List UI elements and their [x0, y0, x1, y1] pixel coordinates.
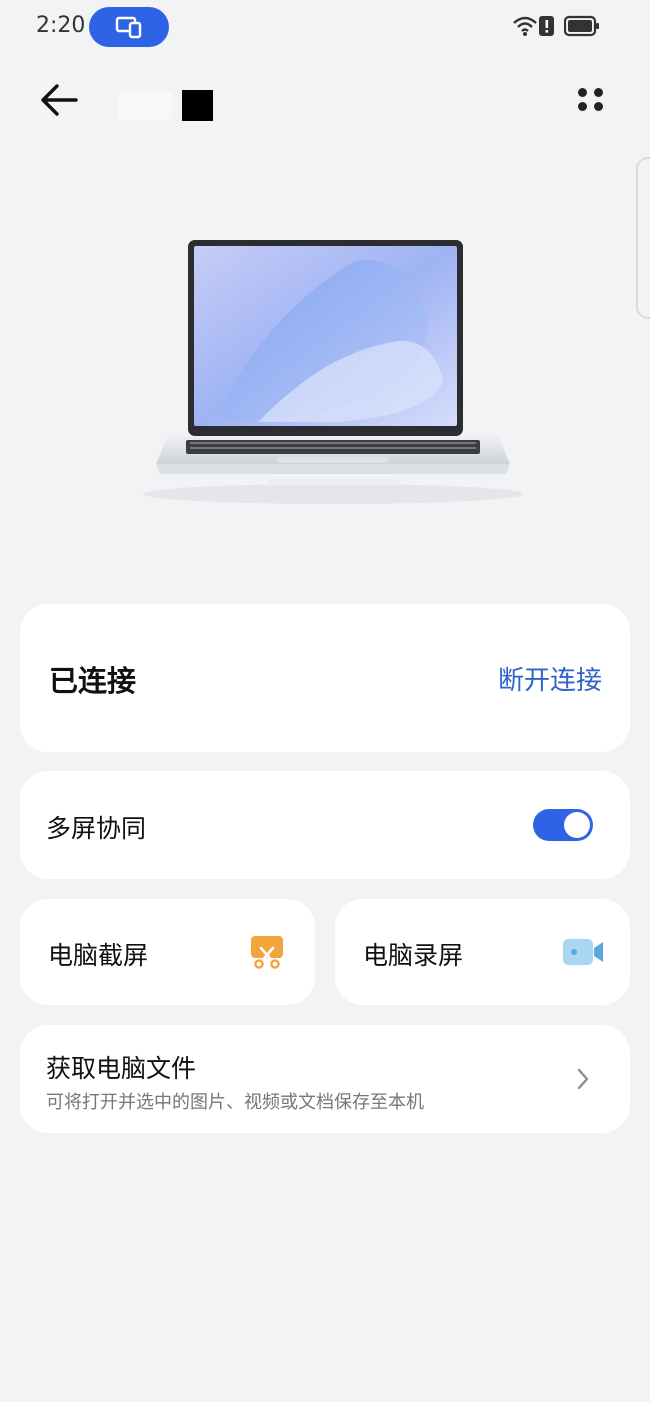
scissors-screenshot-icon	[251, 936, 283, 969]
pc-screenshot-button[interactable]: 电脑截屏	[20, 899, 315, 1005]
get-pc-files-item[interactable]: 获取电脑文件 可将打开并选中的图片、视频或文档保存至本机	[20, 1025, 630, 1133]
pc-screen-record-button[interactable]: 电脑录屏	[335, 899, 630, 1005]
multiscreen-toggle[interactable]	[533, 809, 593, 841]
more-dots-icon	[578, 88, 587, 97]
screen-share-pill[interactable]	[89, 7, 169, 47]
video-camera-icon	[563, 939, 603, 965]
pc-screen-record-label: 电脑录屏	[363, 941, 464, 970]
edge-panel-handle[interactable]	[636, 157, 650, 319]
get-pc-files-title: 获取电脑文件	[46, 1054, 197, 1083]
pc-screenshot-label: 电脑截屏	[48, 941, 149, 970]
laptop-image	[143, 240, 523, 504]
status-bar: 2:20	[0, 0, 650, 54]
multiscreen-card: 多屏协同	[20, 771, 630, 879]
screen-share-icon	[115, 16, 142, 39]
wifi-icon	[513, 16, 537, 36]
chevron-right-icon	[577, 1068, 589, 1090]
multiscreen-label: 多屏协同	[46, 814, 147, 843]
device-name-blur	[118, 92, 172, 120]
device-connection-page: 2:20 已连接 断开连接 多屏协同 电脑截屏 电脑录屏 获取电脑文件 可将打开…	[0, 0, 650, 1402]
arrow-left-icon	[41, 84, 78, 116]
battery-icon	[564, 15, 599, 37]
device-name-block	[182, 90, 213, 121]
get-pc-files-description: 可将打开并选中的图片、视频或文档保存至本机	[46, 1092, 424, 1113]
status-time: 2:20	[36, 13, 86, 38]
alert-icon	[539, 16, 554, 36]
more-button[interactable]	[571, 82, 611, 118]
toggle-knob	[564, 812, 590, 838]
device-name-redacted	[112, 84, 224, 124]
back-button[interactable]	[36, 78, 84, 122]
connection-card: 已连接 断开连接	[20, 604, 630, 752]
disconnect-button[interactable]: 断开连接	[498, 660, 602, 697]
connection-status-label: 已连接	[49, 664, 137, 698]
